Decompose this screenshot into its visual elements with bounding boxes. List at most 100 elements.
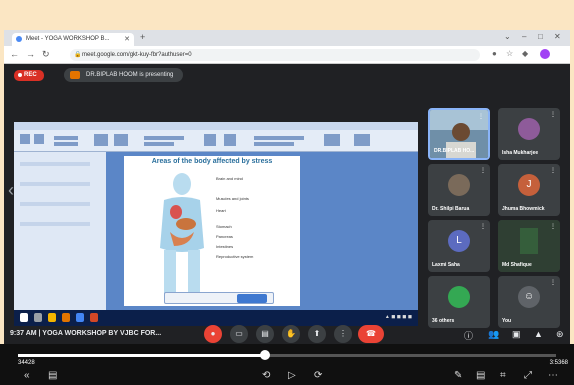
human-body-illustration (160, 173, 204, 298)
lock-icon[interactable]: ⊛ (556, 329, 564, 340)
forward-icon[interactable]: → (26, 49, 35, 59)
rewind-icon[interactable]: « (24, 370, 30, 381)
close-window-icon[interactable]: ✕ (554, 32, 561, 41)
presentation-stage: Areas of the body affected by stress Bra… (14, 122, 418, 326)
edit-icon[interactable]: ✎ (454, 370, 462, 381)
powerpoint-title-bar (14, 122, 418, 130)
participant-tile[interactable]: ⋮ DR.BIPLAB HO... (428, 108, 490, 160)
new-tab-icon[interactable]: + (140, 32, 145, 42)
raise-hand-icon[interactable]: ✋ (282, 325, 300, 343)
more-options-icon[interactable]: ⋮ (550, 223, 556, 230)
participant-tile[interactable]: ⋮ Dr. Shilpi Barua (428, 164, 490, 216)
avatar-letter: L (448, 230, 470, 252)
avatar (448, 174, 470, 196)
maximize-icon[interactable]: □ (538, 32, 543, 41)
more-options-icon[interactable]: ⋮ (550, 167, 556, 174)
present-icon[interactable]: ⬆ (308, 325, 326, 343)
recording-badge: REC (14, 70, 44, 81)
recording-dot-icon (18, 73, 22, 77)
extension-icon[interactable]: ◆ (522, 49, 528, 58)
seek-progress (18, 354, 266, 357)
profile-avatar[interactable] (540, 49, 550, 59)
slide-label: Stomach (216, 224, 232, 229)
next-icon[interactable]: ⟳ (314, 370, 322, 381)
slide-label: Heart (216, 208, 226, 213)
info-icon[interactable]: ⓘ (464, 329, 473, 342)
chat-icon[interactable]: ▣ (512, 329, 521, 340)
powerpoint-ribbon (14, 130, 418, 152)
activities-icon[interactable]: ▲ (534, 329, 543, 339)
group-avatars-icon (448, 286, 470, 308)
meet-window: Meet - YOGA WORKSHOP B... ✕ + ⌄ – □ ✕ ← … (4, 30, 570, 385)
total-time: 3:5368 (549, 360, 568, 366)
avatar-letter: J (518, 174, 540, 196)
participant-tile[interactable]: L ⋮ Laxmi Saha (428, 220, 490, 272)
slide-label: Intestines (216, 244, 234, 249)
fullscreen-icon[interactable]: ⤢ (524, 370, 532, 381)
back-icon[interactable]: ← (10, 49, 19, 59)
more-options-icon[interactable]: ⋯ (548, 370, 558, 381)
video-player-controls: 34428 3:5368 « ▤ ⟲ ▷ ⟳ ✎ ▤ ⌗ ⤢ ⋯ (0, 344, 574, 385)
camera-icon[interactable]: ● (492, 49, 497, 58)
presenting-label: DR.BIPLAB HOOM is presenting (86, 72, 174, 78)
more-options-icon[interactable]: ⋮ (550, 279, 556, 286)
more-options-icon[interactable]: ⋮ (480, 167, 486, 174)
more-options-icon[interactable]: ⋮ (480, 223, 486, 230)
seek-handle[interactable] (260, 350, 271, 360)
address-bar[interactable]: 🔒 meet.google.com/gkt-kuy-fbr?authuser=0 (70, 49, 480, 61)
participant-tile[interactable]: ⋮ Isha Mukharjee (498, 108, 560, 160)
tab-title: Meet - YOGA WORKSHOP B... (26, 36, 110, 42)
people-icon[interactable]: 👥 (488, 329, 499, 340)
more-options-icon[interactable]: ⋮ (334, 325, 352, 343)
browser-tab-strip: Meet - YOGA WORKSHOP B... ✕ + ⌄ – □ ✕ (4, 30, 570, 46)
thumbnail-placeholders (20, 162, 90, 226)
mic-off-icon[interactable]: ● (204, 325, 222, 343)
meeting-top-bar: REC DR.BIPLAB HOOM is presenting (4, 64, 570, 86)
more-options-icon[interactable]: ⋮ (550, 111, 556, 118)
presentation-icon (70, 71, 80, 79)
meeting-time-title: 9:37 AM | YOGA WORKSHOP BY VJBC FOR... (10, 330, 162, 337)
slide-title: Areas of the body affected by stress (151, 158, 273, 165)
tab-close-icon[interactable]: ✕ (124, 35, 130, 43)
star-icon[interactable]: ☆ (506, 49, 513, 58)
crop-icon[interactable]: ⌗ (500, 370, 506, 381)
participant-name: Isha Mukharjee (502, 150, 539, 156)
browser-tab[interactable]: Meet - YOGA WORKSHOP B... ✕ (12, 33, 134, 46)
chevron-down-icon[interactable]: ⌄ (504, 32, 511, 41)
camera-off-icon[interactable]: ▭ (230, 325, 248, 343)
slide: Areas of the body affected by stress Bra… (124, 156, 300, 306)
participant-name: Jhuma Bhowmick (502, 206, 545, 212)
captions-icon[interactable]: ▤ (256, 325, 274, 343)
slide-label: Reproductive system (216, 254, 254, 259)
previous-icon[interactable]: ⟲ (262, 370, 270, 381)
participant-tile[interactable]: ⋮ Md Shafique (498, 220, 560, 272)
minimize-icon[interactable]: – (522, 32, 526, 41)
more-options-icon[interactable]: ⋮ (478, 113, 484, 120)
participant-name: Laxmi Saha (432, 262, 460, 268)
presenting-chip: DR.BIPLAB HOOM is presenting (64, 68, 184, 82)
lock-icon: 🔒 (74, 52, 82, 58)
meet-favicon-icon (16, 36, 22, 42)
participant-name: DR.BIPLAB HO... (434, 148, 475, 154)
current-time: 34428 (18, 360, 35, 366)
url-text: meet.google.com/gkt-kuy-fbr?authuser=0 (82, 52, 192, 58)
end-call-icon[interactable]: ☎ (358, 325, 384, 343)
avatar (518, 118, 540, 140)
participant-name: Md Shafique (502, 262, 532, 268)
slide-label: Muscles and joints (216, 196, 249, 201)
participant-name: Dr. Shilpi Barua (432, 206, 470, 212)
notification-dialog (164, 292, 274, 304)
rec-label: REC (24, 72, 37, 78)
ribbon-icons (20, 134, 370, 146)
slide-label: Brain and mind (216, 176, 243, 181)
slide-thumbnails-pane (14, 152, 106, 310)
playlist-icon[interactable]: ▤ (48, 370, 57, 381)
reload-icon[interactable]: ↻ (42, 49, 50, 60)
slide-label: Pancreas (216, 234, 233, 239)
dialog-button[interactable] (237, 294, 267, 303)
participant-tile[interactable]: J ⋮ Jhuma Bhowmick (498, 164, 560, 216)
self-avatar-icon: ☺ (518, 286, 540, 308)
captions-icon[interactable]: ▤ (476, 370, 485, 381)
browser-toolbar: ← → ↻ 🔒 meet.google.com/gkt-kuy-fbr?auth… (4, 46, 570, 64)
play-icon[interactable]: ▷ (288, 370, 296, 381)
